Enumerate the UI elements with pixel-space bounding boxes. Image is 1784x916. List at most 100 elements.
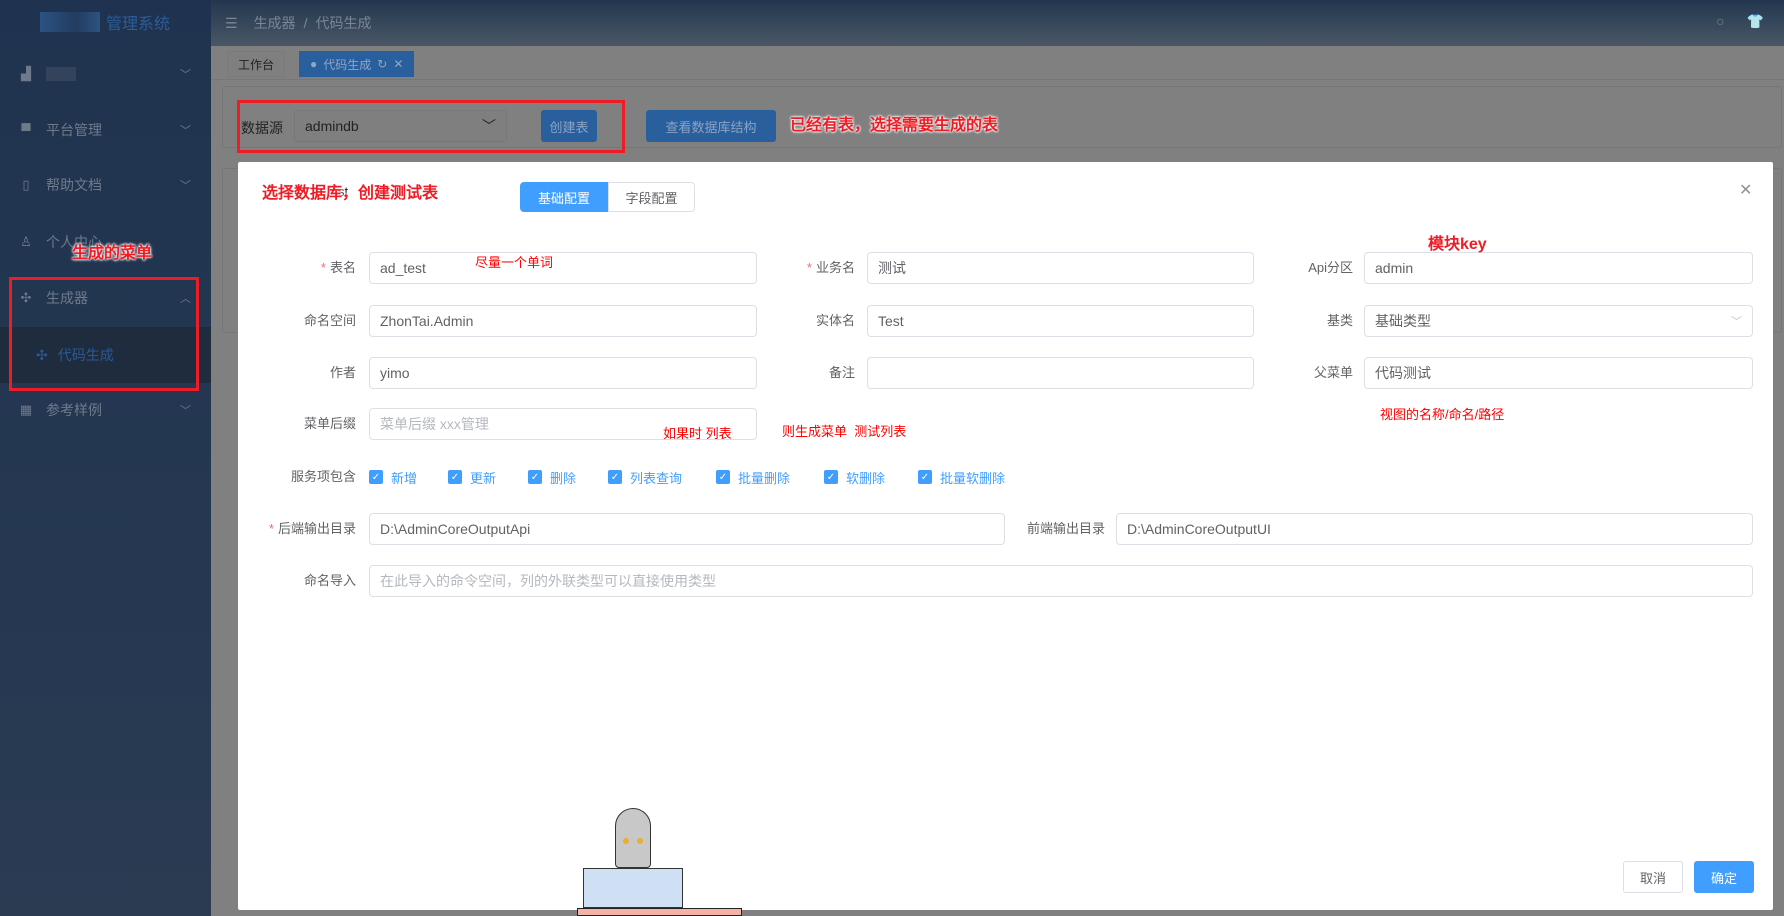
org-icon: ▟ (21, 66, 31, 81)
checkbox-create[interactable]: ✓ 新增 (369, 467, 417, 487)
label-text: 表名 (329, 260, 356, 275)
namespace-input[interactable]: ZhonTai.Admin (369, 305, 757, 337)
label-text: 业务名 (815, 260, 855, 275)
grid-icon: ▦ (19, 402, 33, 417)
table-name-input[interactable]: ad_test (369, 252, 757, 284)
checkbox-label: 批量软删除 (940, 470, 1006, 486)
refresh-icon[interactable]: ↻ (377, 57, 387, 71)
backend-dir-label: * 后端输出目录 (268, 521, 356, 536)
parent-menu-label: 父菜单 (1313, 365, 1353, 380)
sidebar-label: 平台管理 (46, 122, 102, 138)
annotation-box (237, 100, 625, 153)
table-name-label: * 表名 (320, 260, 356, 275)
codegen-dialog: st 选择数据库，创建测试表 基础配置 字段配置 ✕ * 表名 ad_test *… (238, 162, 1773, 910)
checkbox-batch-delete[interactable]: ✓ 批量删除 (716, 467, 790, 487)
check-icon: ✓ (824, 470, 838, 484)
annotation-text: 模块key (1428, 236, 1487, 253)
chevron-down-icon: ﹀ (180, 125, 191, 137)
author-input[interactable]: yimo (369, 357, 757, 389)
usings-label: 命名导入 (303, 573, 356, 588)
checkbox-update[interactable]: ✓ 更新 (448, 467, 496, 487)
sidebar-label: 帮助文档 (46, 177, 102, 193)
usings-input[interactable]: 在此导入的命令空间，列的外联类型可以直接使用类型 (369, 565, 1753, 597)
theme-shirt-icon[interactable]: 👕 (1747, 13, 1764, 30)
mascot-image (575, 798, 745, 916)
checkbox-soft-delete[interactable]: ✓ 软删除 (824, 467, 885, 487)
check-icon: ✓ (369, 470, 383, 484)
namespace-label: 命名空间 (303, 313, 356, 328)
checkbox-label: 软删除 (846, 470, 886, 486)
checkbox-label: 新增 (391, 470, 418, 486)
checkbox-list-query[interactable]: ✓ 列表查询 (608, 467, 682, 487)
services-label: 服务项包含 (290, 469, 356, 484)
api-area-label: Api分区 (1308, 260, 1353, 275)
sidebar-item-platform[interactable]: ▀ 平台管理 ﹀ (0, 105, 211, 155)
annotation-text: 已经有表，选择需要生成的表 (790, 117, 999, 134)
top-header: ☰ 生成器 / 代码生成 ○ 👕 (211, 0, 1784, 46)
tab-codegen[interactable]: ● 代码生成 ↻ ✕ (299, 51, 415, 77)
frontend-dir-input[interactable]: D:\AdminCoreOutputUI (1116, 513, 1753, 545)
check-icon: ✓ (528, 470, 542, 484)
check-icon: ✓ (716, 470, 730, 484)
remark-input[interactable] (867, 357, 1254, 389)
cancel-button[interactable]: 取消 (1623, 861, 1683, 893)
base-class-select[interactable]: 基础类型 ﹀ (1364, 305, 1753, 337)
checkbox-label: 删除 (550, 470, 577, 486)
checkbox-label: 更新 (470, 470, 497, 486)
frontend-dir-label: 前端输出目录 (1026, 521, 1105, 536)
tab-label: 工作台 (238, 57, 275, 72)
label-text: 后端输出目录 (277, 521, 356, 536)
parent-menu-input[interactable]: 代码测试 (1364, 357, 1753, 389)
document-icon: ▯ (22, 177, 30, 192)
sidebar-label: 参考样例 (46, 402, 102, 418)
author-label: 作者 (329, 365, 356, 380)
breadcrumb-item: 代码生成 (315, 15, 372, 31)
chevron-down-icon: ﹀ (180, 180, 191, 192)
check-icon: ✓ (608, 470, 622, 484)
checkbox-delete[interactable]: ✓ 删除 (528, 467, 576, 487)
confirm-button[interactable]: 确定 (1694, 861, 1754, 893)
search-icon[interactable]: ○ (1716, 13, 1724, 30)
tab-workbench[interactable]: 工作台 (227, 51, 286, 77)
sidebar: 管理系统 ▟ ﹀ ▀ 平台管理 ﹀ ▯ 帮助文档 ﹀ ♙ 个人中心 ✣ 生成器 ︿ ✣ 代码生成 … (0, 0, 211, 916)
checkbox-batch-soft-delete[interactable]: ✓ 批量软删除 (918, 467, 1005, 487)
tab-label: 代码生成 (323, 57, 372, 72)
close-icon[interactable]: ✕ (393, 57, 403, 71)
checkbox-label: 批量删除 (738, 470, 791, 486)
sidebar-item-org[interactable]: ▟ ﹀ (0, 49, 211, 99)
monitor-icon: ▀ (21, 122, 31, 138)
app-title: 管理系统 (106, 16, 171, 33)
checkbox-label: 列表查询 (630, 470, 683, 486)
blurred-label (46, 67, 76, 81)
logo-image (40, 12, 100, 32)
tabs-bar (211, 46, 1784, 80)
annotation-text: 尽量一个单词 (475, 255, 554, 270)
annotation-text: 如果时 列表 (663, 426, 732, 441)
chevron-down-icon: ﹀ (180, 69, 191, 81)
annotation-text: 生成的菜单 (72, 245, 153, 262)
breadcrumb-separator: / (303, 15, 308, 31)
base-class-label: 基类 (1326, 313, 1353, 328)
annotation-text: 视图的名称/命名/路径 (1380, 407, 1505, 422)
breadcrumb-item[interactable]: 生成器 (254, 13, 296, 33)
tab-basic-config[interactable]: 基础配置 (520, 182, 608, 212)
menu-suffix-label: 菜单后缀 (303, 416, 356, 431)
sidebar-item-docs[interactable]: ▯ 帮助文档 ﹀ (0, 160, 211, 210)
sidebar-item-examples[interactable]: ▦ 参考样例 ﹀ (0, 385, 211, 435)
menu-toggle-icon[interactable]: ☰ (225, 15, 238, 32)
api-area-input[interactable]: admin (1364, 252, 1753, 284)
close-icon[interactable]: ✕ (1739, 180, 1752, 200)
tab-field-config[interactable]: 字段配置 (608, 182, 695, 212)
entity-name-input[interactable]: Test (867, 305, 1254, 337)
view-db-structure-button[interactable]: 查看数据库结构 (646, 110, 776, 142)
business-name-input[interactable]: 测试 (867, 252, 1254, 284)
remark-label: 备注 (828, 365, 855, 380)
annotation-text: 选择数据库，创建测试表 (262, 185, 439, 202)
check-icon: ✓ (918, 470, 932, 484)
annotation-box (9, 277, 199, 391)
chevron-down-icon: ﹀ (1731, 316, 1742, 328)
entity-name-label: 实体名 (815, 313, 855, 328)
select-value: 基础类型 (1375, 313, 1431, 329)
backend-dir-input[interactable]: D:\AdminCoreOutputApi (369, 513, 1005, 545)
annotation-text: 则生成菜单 测试列表 (782, 424, 907, 439)
